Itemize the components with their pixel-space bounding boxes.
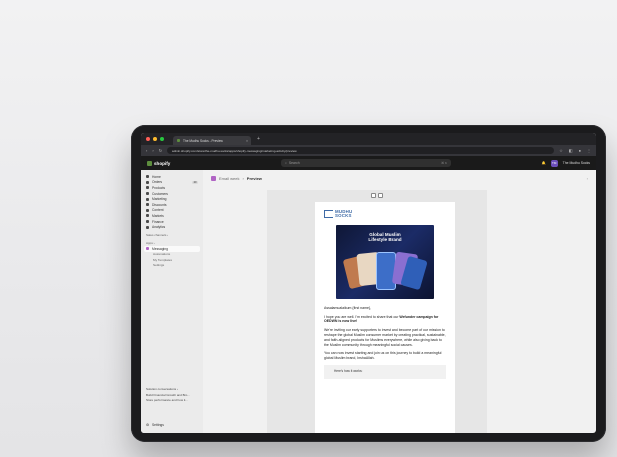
email-preview: MUDHU SOCKS Global Muslim Lifestyle Bran…: [315, 202, 455, 433]
breadcrumb-parent[interactable]: Email week: [219, 176, 239, 181]
reload-icon[interactable]: ↻: [159, 148, 162, 153]
sidebar-bottom-links: Solution conversations › Build Financial…: [144, 386, 200, 403]
customers-icon: [146, 192, 149, 196]
breadcrumb: Email week › Preview: [211, 176, 262, 181]
home-icon: [146, 175, 149, 179]
browser-tab[interactable]: The Mudhu Socks - Preview ×: [173, 136, 251, 145]
sales-channels-heading[interactable]: Sales channels ›: [144, 233, 200, 238]
brand-name-line2: SOCKS: [335, 213, 352, 219]
hero-title-line2: Lifestyle Brand: [368, 237, 402, 243]
shopify-wordmark: shopify: [154, 160, 171, 166]
maximize-window-icon[interactable]: [160, 137, 164, 141]
hero-title: Global Muslim Lifestyle Brand: [336, 232, 434, 243]
how-it-works-box: Here's how it works:: [324, 364, 446, 379]
email-greeting: Assalamualaikum {first name},: [324, 305, 372, 310]
minimize-window-icon[interactable]: [153, 137, 157, 141]
forward-icon[interactable]: ›: [152, 148, 153, 153]
page-title: Preview: [246, 176, 262, 181]
products-icon: [146, 186, 149, 190]
sidebar-item-label: Markets: [152, 213, 164, 218]
search-placeholder: Search: [288, 161, 300, 165]
email-paragraph: I hope you are well. I'm excited to shar…: [324, 315, 446, 325]
preview-panel: MUDHU SOCKS Global Muslim Lifestyle Bran…: [267, 190, 487, 433]
close-window-icon[interactable]: [146, 137, 150, 141]
tab-close-icon[interactable]: ×: [246, 139, 248, 143]
shopify-favicon-icon: [177, 139, 180, 142]
sidebar: Home Orders 20 Products Customers Marketi…: [141, 170, 203, 433]
sidebar-item-label: Content: [152, 208, 164, 213]
search-input[interactable]: ⌕ Search ⌘ K: [281, 159, 451, 167]
back-icon[interactable]: ‹: [146, 148, 147, 153]
sidebar-item-label: Messaging: [152, 246, 168, 251]
content-icon: [146, 208, 149, 212]
sidebar-item-label: Home: [152, 174, 161, 179]
sidebar-item-label: Finance: [152, 219, 164, 224]
sidebar-item-settings[interactable]: ⚙ Settings: [146, 423, 164, 427]
email-paragraph: You can now invest starting and join us …: [324, 351, 442, 361]
mobile-view-icon[interactable]: [378, 192, 383, 198]
how-it-works-label: Here's how it works:: [334, 368, 363, 373]
breadcrumb-separator: ›: [242, 176, 244, 181]
analytics-icon: [146, 225, 149, 229]
store-avatar[interactable]: TM: [550, 159, 558, 167]
email-body: Assalamualaikum {first name}, I hope you…: [324, 306, 446, 361]
sidebar-bottom-link[interactable]: Store performance and how it...: [144, 397, 200, 403]
desktop-view-icon[interactable]: [371, 192, 376, 198]
gear-icon: ⚙: [146, 423, 149, 427]
sidebar-item-label: Discounts: [152, 202, 167, 207]
screen: The Mudhu Socks - Preview × + ‹ › ↻ admi…: [141, 133, 596, 433]
tab-title: The Mudhu Socks - Preview: [183, 138, 223, 143]
orders-count-badge: 20: [192, 180, 198, 184]
search-icon: ⌕: [285, 161, 287, 165]
hero-image: Global Muslim Lifestyle Brand: [336, 224, 434, 299]
sidebar-item-label: Products: [152, 185, 166, 190]
main-content: Email week › Preview › MUDHU SOCKS Globa…: [203, 170, 596, 433]
profile-icon[interactable]: ●: [579, 148, 581, 153]
messaging-icon: [146, 247, 149, 251]
email-paragraph: We're inviting our early supporters to i…: [324, 328, 446, 347]
sidebar-subitem-settings[interactable]: Settings: [144, 262, 200, 267]
browser-tab-bar: The Mudhu Socks - Preview × +: [141, 133, 596, 145]
brand-logo: MUDHU SOCKS: [324, 209, 446, 219]
sidebar-item-label: Settings: [151, 423, 164, 427]
sidebar-item-label: Orders: [152, 180, 163, 185]
shopify-bag-icon: [147, 160, 152, 166]
extensions-icon[interactable]: ◧: [569, 148, 573, 153]
orders-icon: [146, 180, 149, 184]
shopify-top-bar: shopify ⌕ Search ⌘ K 🔔 TM The Mudhu Sock…: [141, 156, 596, 170]
email-text: I hope you are well. I'm excited to shar…: [324, 314, 400, 319]
bookmark-icon[interactable]: ☆: [559, 148, 563, 153]
sidebar-item-analytics[interactable]: Analytics: [144, 224, 200, 230]
discounts-icon: [146, 203, 149, 207]
markets-icon: [146, 214, 149, 218]
shopify-logo[interactable]: shopify: [147, 160, 171, 166]
panel-toggle-icon[interactable]: ›: [587, 176, 588, 181]
sidebar-item-label: Marketing: [152, 197, 167, 202]
new-tab-button[interactable]: +: [257, 136, 260, 142]
browser-url-bar: ‹ › ↻ admin.shopify.com/store/the-mudhu-…: [141, 145, 596, 156]
brand-mark-icon: [324, 210, 333, 219]
store-name[interactable]: The Mudhu Socks: [563, 161, 590, 165]
finance-icon: [146, 220, 149, 224]
search-shortcut: ⌘ K: [441, 161, 447, 165]
messaging-app-icon: [211, 176, 216, 181]
preview-toolbar: [267, 190, 487, 200]
browser-menu-icon[interactable]: ⋮: [587, 148, 591, 153]
notifications-icon[interactable]: 🔔: [541, 161, 545, 165]
sidebar-item-label: Customers: [152, 191, 168, 196]
address-field[interactable]: admin.shopify.com/store/the-mudhu-socks/…: [167, 147, 555, 154]
sidebar-item-label: Analytics: [152, 225, 166, 230]
marketing-icon: [146, 197, 149, 201]
